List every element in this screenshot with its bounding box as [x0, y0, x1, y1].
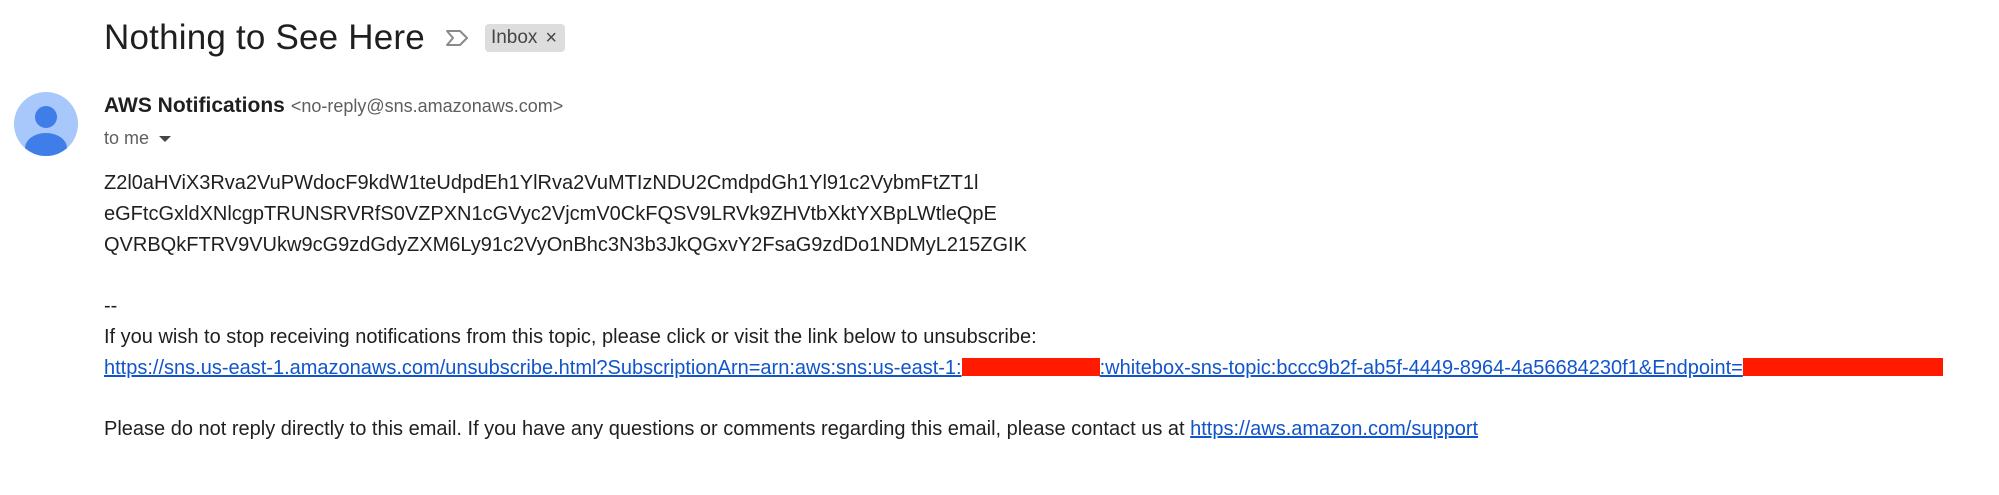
signature-separator: --: [104, 295, 118, 317]
redacted-endpoint: [1742, 358, 1943, 376]
recipient-text: to me: [104, 128, 150, 148]
importance-marker-icon[interactable]: [443, 26, 471, 50]
inbox-label-chip[interactable]: Inbox ×: [484, 24, 566, 52]
label-text: Inbox: [490, 27, 538, 48]
email-subject: Nothing to See Here: [104, 18, 425, 57]
unsubscribe-link-part1: https://sns.us-east-1.amazonaws.com/unsu…: [104, 357, 962, 379]
sender-email: <no-reply@sns.amazonaws.com>: [290, 96, 564, 116]
unsubscribe-link[interactable]: https://sns.us-east-1.amazonaws.com/unsu…: [104, 357, 1943, 379]
body-line: QVRBQkFTRV9VUkw9cG9zdGdyZXM6Ly91c2VyOnBh…: [104, 234, 1027, 256]
reply-notice-row: Please do not reply directly to this ema…: [104, 414, 1478, 444]
unsubscribe-text: If you wish to stop receiving notificati…: [104, 326, 1037, 348]
body-line: Z2l0aHViX3Rva2VuPWdocF9kdW1teUdpdEh1YlRv…: [104, 172, 979, 194]
chevron-down-icon[interactable]: [159, 135, 172, 142]
person-avatar-icon: [25, 106, 67, 156]
recipient-row[interactable]: to me: [104, 128, 172, 149]
reply-notice: Please do not reply directly to this ema…: [104, 418, 1191, 440]
unsubscribe-link-row: https://sns.us-east-1.amazonaws.com/unsu…: [104, 353, 1943, 383]
body-line: eGFtcGxldXNlcgpTRUNSRVRfS0VZPXN1cGVyc2Vj…: [104, 203, 997, 225]
redacted-account-id: [961, 358, 1100, 376]
unsubscribe-link-part2: :whitebox-sns-topic:bccc9b2f-ab5f-4449-8…: [1099, 357, 1743, 379]
support-link[interactable]: https://aws.amazon.com/support: [1190, 418, 1478, 440]
remove-label-icon[interactable]: ×: [545, 28, 557, 48]
sender-row: AWS Notifications <no-reply@sns.amazonaw…: [104, 94, 563, 118]
sender-avatar[interactable]: [14, 92, 78, 156]
subject-row: Nothing to See Here Inbox ×: [104, 14, 566, 62]
sender-name[interactable]: AWS Notifications: [104, 94, 285, 118]
